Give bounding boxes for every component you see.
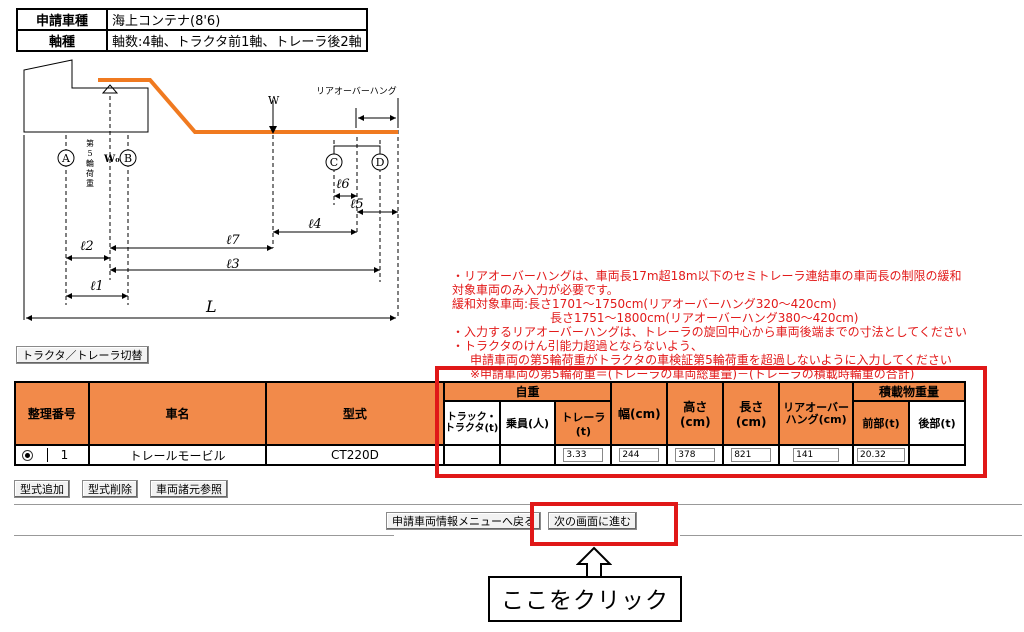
next-button-highlight (530, 502, 678, 546)
note-line: 対象車両のみ入力が必要です。 (452, 283, 619, 297)
l2-label: ℓ2 (80, 239, 94, 254)
w-label: W (268, 94, 280, 107)
rear-overhang-label: リアオーバーハング (316, 85, 397, 97)
wo-label: W₀ (103, 154, 120, 165)
note-line: 長さ1751～1800cm(リアオーバーハング380～420cm) (550, 311, 859, 325)
overhang-notes: ・リアオーバーハングは、車両長17m超18m以下のセミトレーラ連結車の車両長の制… (452, 269, 1012, 381)
fifth-wheel-char: 輪 (86, 158, 94, 168)
l1-label: ℓ1 (90, 279, 104, 294)
delete-model-button[interactable]: 型式削除 (82, 480, 138, 498)
fifth-wheel-char: 第 (86, 138, 94, 148)
row-model: CT220D (265, 444, 445, 466)
tractor-trailer-switch-button[interactable]: トラクタ／トレーラ切替 (16, 346, 149, 364)
tractor-cab-shape (23, 59, 149, 133)
input-highlight-box (435, 366, 987, 478)
axle-value: 軸数:4軸、トラクタ前1軸、トレーラ後2軸 (106, 29, 368, 52)
l3-label: ℓ3 (226, 257, 240, 272)
note-line: ・リアオーバーハングは、車両長17m超18m以下のセミトレーラ連結車の車両長の制… (452, 269, 962, 283)
row-number: 1 (60, 447, 69, 462)
total-length-label: L (205, 297, 217, 316)
up-arrow-icon (576, 546, 612, 578)
vehicle-info-table: 申請車種 海上コンテナ(8'6) 軸種 軸数:4軸、トラクタ前1軸、トレーラ後2… (16, 8, 368, 52)
row-name: トレールモービル (87, 444, 268, 466)
point-a: A (61, 152, 71, 165)
note-line: ・入力するリアオーバーハングは、トレーラの旋回中心から車両後端までの寸法としてく… (452, 325, 967, 339)
fifth-wheel-char: 重 (86, 178, 94, 188)
header-name: 車名 (87, 381, 268, 446)
fifth-wheel-char: 荷 (86, 168, 94, 178)
click-here-callout: ここをクリック (488, 576, 682, 622)
l6-label: ℓ6 (336, 177, 350, 192)
axle-label: 軸種 (16, 29, 108, 52)
add-model-button[interactable]: 型式追加 (14, 480, 70, 498)
vehicle-dimension-diagram: A B C D リアオーバーハング W W₀ 第 5 輪 荷 重 ℓ2 ℓ7 ℓ… (23, 59, 399, 321)
l4-label: ℓ4 (308, 217, 322, 232)
header-number: 整理番号 (14, 381, 90, 446)
point-d: D (376, 156, 385, 169)
divider (14, 535, 394, 536)
note-line: 申請車両の第5輪荷重がトラクタの車検証第5輪荷重を超過しないように入力してくださ… (470, 353, 952, 367)
fifth-wheel-char: 5 (87, 149, 92, 158)
point-b: B (124, 152, 132, 165)
point-c: C (330, 156, 338, 169)
l7-label: ℓ7 (226, 233, 240, 248)
divider (680, 535, 1022, 536)
vehicle-type-value: 海上コンテナ(8'6) (106, 8, 368, 31)
row-select-radio[interactable] (22, 449, 33, 461)
kingpin-icon (101, 84, 119, 94)
note-line: ・トラクタのけん引能力超過とならないよう、 (452, 339, 703, 353)
note-line: 緩和対象車両:長さ1701～1750cm(リアオーバーハング320～420cm) (452, 297, 837, 311)
l5-label: ℓ5 (350, 197, 364, 212)
divider (14, 504, 1022, 505)
header-model: 型式 (265, 381, 445, 446)
vehicle-type-label: 申請車種 (16, 8, 108, 31)
back-menu-button[interactable]: 申請車両情報メニューへ戻る (386, 512, 541, 530)
spec-reference-button[interactable]: 車両諸元参照 (150, 480, 228, 498)
